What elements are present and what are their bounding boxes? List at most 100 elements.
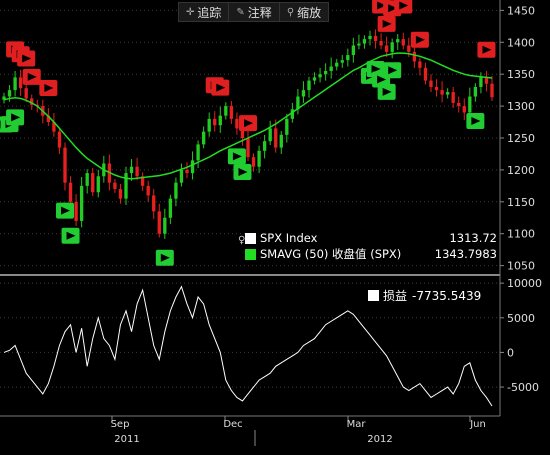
candle-body <box>163 217 167 234</box>
legend-row-spx[interactable]: SPX Index 1313.72 <box>245 230 497 246</box>
buy-marker[interactable] <box>383 62 402 79</box>
candle-body <box>362 39 367 44</box>
candle-body <box>368 35 372 40</box>
candle-body <box>301 90 306 97</box>
buy-marker[interactable] <box>466 112 485 129</box>
zoom-label: 缩放 <box>297 5 322 20</box>
crosshair-icon: ✛ <box>186 6 195 18</box>
candle-body <box>229 106 234 119</box>
candle-body <box>257 150 261 167</box>
price-tick-label: 1450 <box>507 4 535 17</box>
chart-toolbar: ✛ 追踪 ✎ 注释 ⚲ 缩放 <box>178 2 330 22</box>
candle-body <box>251 157 256 167</box>
candle-body <box>490 83 494 98</box>
candle-body <box>152 195 156 212</box>
candle-body <box>484 77 489 84</box>
candle-body <box>384 45 389 52</box>
candle-body <box>124 173 128 199</box>
candle-body <box>129 166 134 174</box>
sell-marker[interactable] <box>22 68 41 85</box>
chart-background <box>0 0 550 455</box>
buy-marker[interactable] <box>155 249 174 266</box>
price-tick-label: 1400 <box>507 36 535 49</box>
sell-marker[interactable] <box>211 79 230 96</box>
candle-body <box>434 86 439 91</box>
pnl-legend-name: 损益 <box>383 289 408 303</box>
candle-body <box>268 128 272 142</box>
candle-body <box>407 45 411 52</box>
candle-body <box>24 88 28 99</box>
legend-row-sma[interactable]: SMAVG (50) 收盘值 (SPX) 1343.7983 <box>245 246 497 262</box>
sell-marker[interactable] <box>39 80 58 97</box>
candle-body <box>201 131 206 145</box>
candle-body <box>318 74 322 78</box>
candle-body <box>85 173 89 186</box>
candle-body <box>468 96 472 113</box>
candle-body <box>79 185 84 221</box>
pnl-swatch <box>368 290 379 301</box>
sma-swatch <box>245 248 256 260</box>
candle-body <box>207 118 211 132</box>
candle-body <box>68 182 73 202</box>
price-legend: SPX Index 1313.72 SMAVG (50) 收盘值 (SPX) 1… <box>245 230 497 262</box>
price-tick-label: 1250 <box>507 132 535 145</box>
candle-body <box>235 118 239 129</box>
candle-body <box>96 176 100 193</box>
track-button[interactable]: ✛ 追踪 <box>179 3 230 21</box>
candle-body <box>224 106 228 116</box>
candle-body <box>323 71 328 75</box>
price-tick-label: 1150 <box>507 196 535 209</box>
candle-body <box>174 182 178 199</box>
sell-marker[interactable] <box>477 41 496 58</box>
pnl-legend-value: -7735.5439 <box>412 288 482 303</box>
candle-body <box>57 131 62 148</box>
candle-body <box>418 61 422 68</box>
candle-body <box>357 43 361 46</box>
sma-legend-name: SMAVG (50) 收盘值 (SPX) <box>260 247 402 261</box>
buy-marker[interactable] <box>61 227 80 244</box>
price-tick-label: 1350 <box>507 68 535 81</box>
year-label: 2012 <box>367 434 392 445</box>
candle-body <box>340 60 344 63</box>
zoom-button[interactable]: ⚲ 缩放 <box>280 3 328 21</box>
candle-body <box>146 185 150 196</box>
annotate-button[interactable]: ✎ 注释 <box>229 3 280 21</box>
candle-body <box>196 144 200 161</box>
candle-body <box>351 45 356 56</box>
buy-marker[interactable] <box>56 202 74 219</box>
candle-body <box>312 77 317 81</box>
buy-marker[interactable] <box>6 109 25 126</box>
pnl-legend[interactable]: 损益 -7735.5439 <box>368 287 498 304</box>
pnl-tick-label: 5000 <box>507 312 535 325</box>
buy-marker[interactable] <box>227 148 246 165</box>
track-label: 追踪 <box>197 5 222 20</box>
sell-marker[interactable] <box>394 0 413 14</box>
candle-body <box>412 51 417 62</box>
pnl-tick-label: 0 <box>507 346 514 359</box>
candle-body <box>157 211 161 234</box>
month-label: Sep <box>111 419 130 430</box>
sell-marker[interactable] <box>377 15 396 32</box>
candle-body <box>423 67 428 81</box>
sma-legend-value: 1343.7983 <box>434 247 497 261</box>
sell-marker[interactable] <box>239 115 257 132</box>
candle-body <box>18 77 23 89</box>
buy-marker[interactable] <box>377 83 396 100</box>
candle-body <box>91 173 95 193</box>
sell-marker[interactable] <box>410 31 429 48</box>
candle-body <box>168 198 173 218</box>
candle-body <box>396 39 400 43</box>
candle-body <box>445 92 450 95</box>
candle-body <box>262 141 267 151</box>
month-label: Jun <box>469 419 486 430</box>
candle-body <box>429 80 433 87</box>
month-label: Dec <box>223 419 242 430</box>
candle-body <box>379 41 383 46</box>
candle-body <box>190 160 195 174</box>
buy-marker[interactable] <box>233 164 252 180</box>
annotate-label: 注释 <box>247 5 272 20</box>
sell-marker[interactable] <box>17 50 36 67</box>
candle-body <box>479 77 483 87</box>
year-label: 2011 <box>114 434 139 445</box>
chart-svg[interactable]: 1050 1100 1150 1200 1250 1300 1350 1400 1450 -500… <box>0 0 550 455</box>
